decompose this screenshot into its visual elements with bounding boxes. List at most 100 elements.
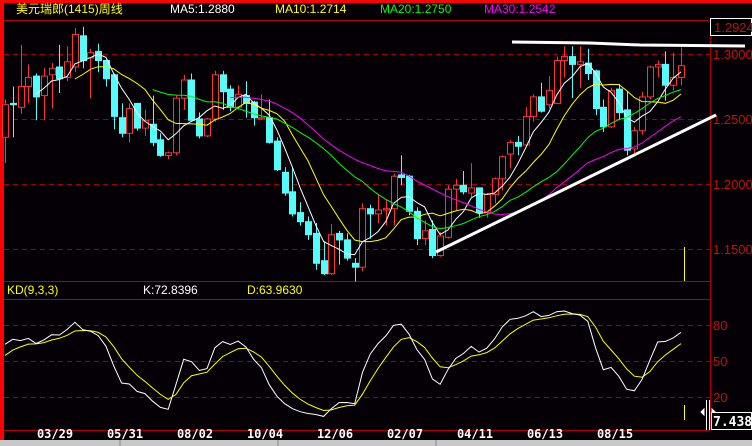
candle-body-up (25, 76, 32, 88)
date-tick-label: 06/13 (527, 427, 563, 441)
candle-body-down (227, 88, 234, 108)
candle-body-up (18, 86, 25, 108)
candle-body-down (600, 106, 607, 128)
price-tick-1150: 1.1500 (713, 242, 752, 257)
candle-body-up (647, 66, 654, 98)
candle-body-down (220, 74, 227, 93)
date-tick-label: 03/29 (37, 427, 73, 441)
ma5-value: MA5:1.2880 (170, 2, 235, 16)
status-bar (0, 440, 752, 446)
candle-body-down (515, 141, 522, 147)
candle-body-up (72, 34, 79, 68)
candle-body-down (344, 239, 351, 259)
kd-label: KD(9,3,3) (7, 283, 58, 297)
candle-body-up (375, 209, 382, 215)
candle-body-down (188, 79, 195, 121)
candle-body-down (313, 232, 320, 264)
candle-body-down (282, 171, 289, 194)
price-tick-1200: 1.2000 (713, 177, 752, 192)
candle-body-down (460, 184, 467, 193)
current-price-label: 1.2924 (714, 20, 752, 35)
candle-body-up (49, 67, 56, 76)
k-value: K:72.8396 (143, 283, 198, 297)
stock-chart[interactable]: 美元瑞郎(1415)周线 MA5:1.2880 MA10:1.2714 MA20… (0, 0, 752, 446)
candle (134, 102, 141, 131)
price-tick-1300: 1.3000 (713, 47, 752, 62)
chart-title: 美元瑞郎(1415)周线 (16, 2, 123, 16)
candle-body-up (530, 96, 537, 117)
candle-body-down (538, 96, 545, 112)
date-tick-label: 08/15 (597, 427, 633, 441)
candle-body-up (655, 63, 662, 68)
kd-tick-80: 80 (713, 318, 727, 333)
cursor-value-label: 7.4380 (713, 415, 752, 430)
date-axis: 03/29 05/31 08/02 10/04 12/06 02/07 04/11 06/13… (37, 427, 633, 441)
candle-body-down (10, 102, 17, 106)
candle-body-down (593, 70, 600, 110)
date-tick-label: 12/06 (317, 427, 353, 441)
candle-body-down (336, 232, 343, 241)
candle (593, 69, 600, 116)
candle-body-up (507, 141, 514, 155)
candle-body-down (111, 74, 118, 117)
ma10-value: MA10:1.2714 (275, 2, 347, 16)
date-tick-label: 08/02 (177, 427, 213, 441)
kd-tick-20: 20 (713, 390, 727, 405)
candle-body-up (546, 89, 553, 106)
candle-body-up (561, 56, 568, 61)
candle-body-down (429, 229, 436, 256)
candle-body-down (157, 139, 164, 156)
candle-body-down (56, 66, 63, 80)
candle-body-up (359, 208, 366, 268)
candle-body-down (398, 174, 405, 178)
candle (274, 137, 281, 171)
date-tick-label: 10/04 (247, 427, 283, 441)
candle (406, 174, 413, 216)
candle-body-up (453, 184, 460, 190)
candle-body-down (80, 35, 87, 61)
chart-background (0, 0, 752, 446)
ma30-value: MA30:1.2542 (484, 2, 556, 16)
candle (173, 95, 180, 156)
date-tick-label: 05/31 (107, 427, 143, 441)
candle (639, 91, 646, 135)
candle (437, 232, 444, 257)
candle-body-up (165, 152, 172, 156)
candle (204, 117, 211, 138)
candle (647, 65, 654, 100)
candle-body-up (499, 156, 506, 180)
candle-body-up (437, 235, 444, 256)
candle-body-down (95, 50, 102, 62)
candle-body-down (662, 63, 669, 86)
candle (212, 70, 219, 122)
candle-body-up (173, 97, 180, 154)
candle-body-down (289, 191, 296, 215)
date-tick-label: 02/07 (387, 427, 423, 441)
candle-body-up (468, 187, 475, 194)
candle-body-up (258, 117, 265, 120)
candle-body-up (212, 74, 219, 120)
left-border (0, 0, 4, 446)
candle-body-down (274, 140, 281, 171)
candle-body-up (204, 118, 211, 137)
candle-body-down (367, 208, 374, 215)
candle-body-down (305, 221, 312, 236)
candle-body-down (414, 210, 421, 240)
candle-body-down (406, 175, 413, 212)
kd-tick-50: 50 (713, 354, 727, 369)
candle-body-up (577, 61, 584, 65)
candle-body-down (297, 212, 304, 223)
candle-body-up (383, 208, 390, 211)
candle-body-down (352, 262, 359, 268)
price-tick-1250: 1.2500 (713, 112, 752, 127)
candle (359, 203, 366, 272)
candle (554, 56, 561, 104)
candle-body-down (119, 117, 126, 134)
d-value: D:63.9630 (247, 283, 303, 297)
candle-body-up (2, 104, 9, 138)
candle-body-up (678, 65, 685, 78)
ma20-value: MA20:1.2750 (380, 2, 452, 16)
candle-body-down (569, 56, 576, 65)
candle-body-down (321, 260, 328, 275)
date-tick-label: 04/11 (457, 427, 493, 441)
